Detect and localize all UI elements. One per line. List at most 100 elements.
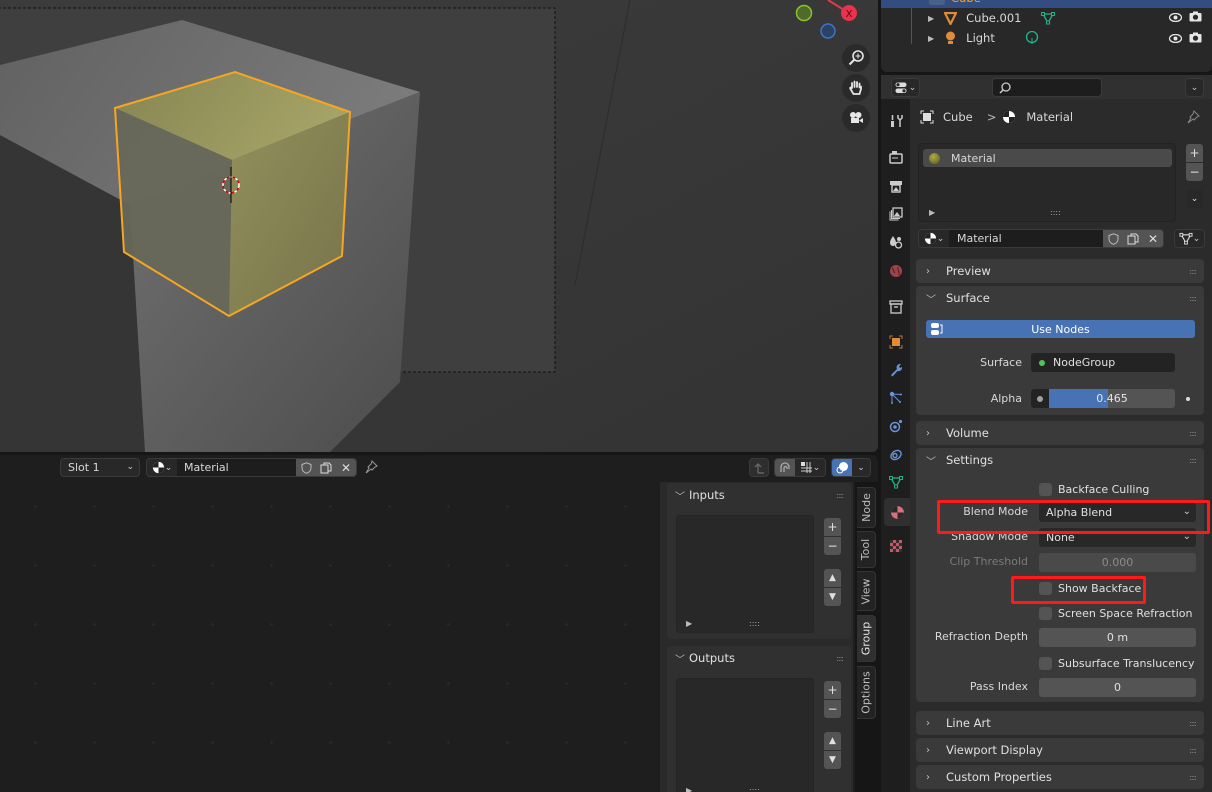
checkbox[interactable] (1039, 607, 1052, 620)
material-datablock-selector[interactable]: ⌄ Material ✕ (146, 458, 357, 477)
material-browse-button[interactable]: ⌄ (919, 232, 949, 245)
tab-object[interactable] (884, 330, 908, 354)
resize-grip-icon[interactable]: :::: (749, 619, 760, 628)
tab-constraints[interactable] (884, 442, 908, 466)
checkbox[interactable] (1039, 483, 1052, 496)
drag-grip-icon[interactable]: :::: (1189, 267, 1197, 276)
material-slots-list[interactable]: Material ▶ :::: (918, 143, 1176, 222)
expand-arrow-icon[interactable]: ▶ (686, 619, 692, 628)
move-input-down-button[interactable]: ▼ (824, 588, 841, 606)
render-toggle[interactable] (1189, 32, 1202, 46)
link-mode-dropdown[interactable]: ⌄ (1174, 229, 1205, 248)
visibility-toggle[interactable] (1168, 12, 1183, 25)
unlink-material-button[interactable]: ✕ (1143, 230, 1163, 247)
inputs-list[interactable]: ▶ :::: (676, 515, 814, 633)
material-slot-item[interactable]: Material (923, 149, 1172, 167)
material-name-field[interactable]: Material (177, 459, 296, 476)
pass-index-field[interactable]: 0 (1039, 678, 1196, 697)
duplicate-material-button[interactable] (316, 459, 336, 476)
duplicate-material-button[interactable] (1123, 230, 1143, 247)
tab-options[interactable]: Options (857, 666, 876, 719)
zoom-view-button[interactable] (842, 44, 870, 72)
tab-output[interactable] (884, 174, 908, 198)
use-nodes-button[interactable]: Use Nodes (926, 320, 1195, 338)
drag-grip-icon[interactable]: :::: (1189, 456, 1197, 465)
slot-dropdown[interactable]: Slot 1 ⌄ (60, 458, 140, 477)
move-output-down-button[interactable]: ▼ (824, 751, 841, 769)
editor-type-dropdown[interactable]: ⌄ (891, 78, 920, 97)
shader-node-editor[interactable]: Slot 1 ⌄ ⌄ Material ✕ ⌄ ⌄ ﹀ Inputs:::: … (0, 455, 878, 792)
resize-grip-icon[interactable]: :::: (749, 786, 760, 792)
socket-link-button[interactable] (1031, 389, 1049, 408)
resize-grip-icon[interactable]: :::: (1050, 208, 1061, 217)
material-name-field[interactable]: Material (949, 230, 1103, 247)
tab-object-data[interactable] (884, 470, 908, 494)
subsurface-translucency-checkbox[interactable]: Subsurface Translucency (1039, 654, 1195, 673)
remove-output-button[interactable]: − (824, 700, 841, 718)
move-input-up-button[interactable]: ▲ (824, 569, 841, 587)
drag-grip-icon[interactable]: :::: (1189, 429, 1197, 438)
remove-material-slot-button[interactable]: − (1186, 163, 1203, 181)
3d-viewport[interactable]: X (0, 0, 878, 452)
outliner-item-cube[interactable]: Cube (881, 0, 1212, 8)
outputs-panel-header[interactable]: ﹀ Outputs (667, 646, 851, 670)
outputs-list[interactable]: ▶ :::: (676, 678, 814, 792)
overlay-toggle[interactable] (832, 459, 852, 476)
expand-arrow-icon[interactable]: ▶ (929, 208, 935, 217)
drag-grip-icon[interactable]: :::: (1189, 719, 1197, 728)
expand-arrow-icon[interactable]: ▶ (928, 34, 934, 43)
volume-panel-header[interactable]: › Volume (916, 421, 1204, 445)
drag-grip-icon[interactable]: :::: (1189, 294, 1197, 303)
tab-node[interactable]: Node (857, 487, 876, 528)
tab-group[interactable]: Group (857, 615, 876, 662)
preview-panel-header[interactable]: › Preview (916, 259, 1204, 283)
camera-view-button[interactable] (842, 104, 870, 132)
material-specials-menu[interactable]: ⌄ (1186, 190, 1203, 208)
light-data-icon[interactable] (1025, 31, 1039, 45)
chevron-down-icon[interactable]: ⌄ (852, 463, 870, 473)
keyframe-dot-icon[interactable] (1186, 397, 1190, 401)
parent-node-tree-button[interactable] (749, 458, 769, 477)
material-browse-button[interactable]: ⌄ (147, 461, 177, 474)
tab-view-layer[interactable] (884, 202, 908, 226)
inputs-panel-header[interactable]: ﹀ Inputs (667, 483, 851, 507)
tab-material[interactable] (884, 498, 910, 526)
viewport-display-panel-header[interactable]: › Viewport Display (916, 738, 1204, 762)
fake-user-button[interactable] (296, 459, 316, 476)
drag-grip-icon[interactable]: :::: (1189, 773, 1197, 782)
expand-arrow-icon[interactable]: ▶ (686, 786, 692, 792)
tab-world[interactable] (884, 259, 908, 283)
mesh-data-icon[interactable] (1041, 11, 1056, 25)
tab-physics[interactable] (884, 414, 908, 438)
remove-input-button[interactable]: − (824, 537, 841, 555)
surface-shader-selector[interactable]: NodeGroup (1031, 353, 1175, 372)
pin-button[interactable] (364, 460, 378, 477)
add-input-button[interactable]: + (824, 518, 841, 536)
tab-collection[interactable] (884, 295, 908, 319)
custom-properties-panel-header[interactable]: › Custom Properties (916, 765, 1204, 789)
outliner-item-light[interactable]: ▶ Light (881, 28, 1212, 48)
tab-modifiers[interactable] (884, 358, 908, 382)
options-dropdown[interactable]: ⌄ (1185, 78, 1204, 97)
tab-tool[interactable]: Tool (857, 531, 876, 568)
settings-panel-header[interactable]: ﹀ Settings (916, 448, 1204, 472)
tab-view[interactable]: View (857, 571, 876, 611)
tab-texture[interactable] (884, 534, 908, 558)
outliner-item-cube-001[interactable]: ▶ Cube.001 (881, 8, 1212, 28)
checkbox[interactable] (1039, 657, 1052, 670)
backface-culling-checkbox[interactable]: Backface Culling (1039, 480, 1149, 499)
tab-scene[interactable] (884, 230, 908, 254)
material-datablock-selector[interactable]: ⌄ Material ✕ (918, 229, 1164, 248)
tab-particles[interactable] (884, 386, 908, 410)
refraction-depth-field[interactable]: 0 m (1039, 628, 1196, 647)
outliner[interactable]: Cube ▶ Cube.001 ▶ Light (881, 0, 1212, 72)
drag-grip-icon[interactable]: :::: (1189, 746, 1197, 755)
properties-search-input[interactable] (992, 78, 1102, 97)
line-art-panel-header[interactable]: › Line Art (916, 711, 1204, 735)
tab-render[interactable] (884, 145, 908, 169)
drag-grip-icon[interactable]: :::: (836, 491, 844, 500)
pan-view-button[interactable] (842, 74, 870, 102)
add-output-button[interactable]: + (824, 681, 841, 699)
snap-toggle[interactable] (775, 459, 795, 476)
visibility-toggle[interactable] (1168, 33, 1183, 46)
